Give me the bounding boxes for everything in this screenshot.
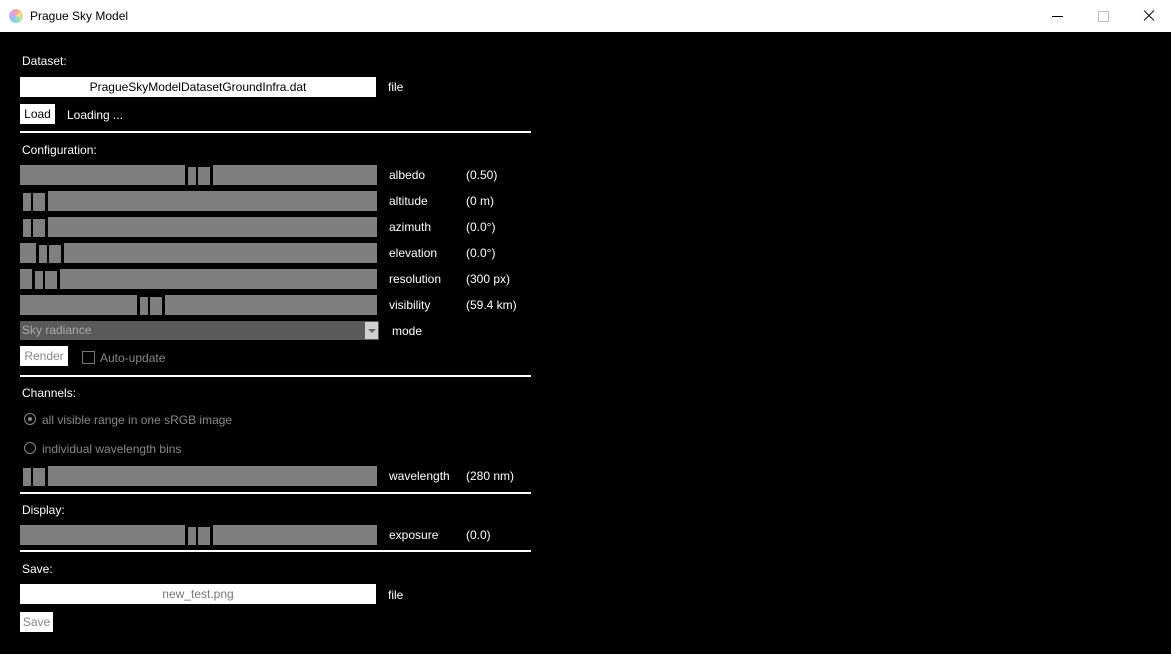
azimuth-value: (0.0°)	[466, 220, 496, 234]
wavelength-slider[interactable]	[20, 466, 377, 486]
slider-thumb[interactable]	[185, 165, 213, 185]
display-heading: Display:	[22, 503, 65, 517]
dataset-heading: Dataset:	[22, 54, 67, 68]
radio-all-visible[interactable]	[24, 413, 36, 425]
slider-thumb[interactable]	[185, 525, 213, 545]
slider-thumb[interactable]	[20, 217, 48, 237]
exposure-slider[interactable]	[20, 525, 377, 545]
app-icon	[9, 9, 23, 23]
save-heading: Save:	[22, 562, 53, 576]
elevation-label: elevation	[389, 246, 438, 260]
save-file-input[interactable]: new_test.png	[20, 584, 376, 604]
radio-all-visible-label: all visible range in one sRGB image	[42, 413, 233, 427]
wavelength-value: (280 nm)	[466, 469, 515, 483]
chevron-down-icon[interactable]	[365, 322, 378, 339]
radio-wavelength-bins-label: individual wavelength bins	[42, 442, 182, 456]
resolution-value: (300 px)	[466, 272, 511, 286]
dataset-file-label: file	[388, 80, 404, 94]
visibility-label: visibility	[389, 298, 431, 312]
radio-wavelength-bins[interactable]	[24, 442, 36, 454]
render-button[interactable]: Render	[20, 346, 68, 366]
altitude-label: altitude	[389, 194, 428, 208]
azimuth-label: azimuth	[389, 220, 432, 234]
channels-heading: Channels:	[22, 386, 77, 400]
resolution-slider[interactable]	[20, 269, 377, 289]
visibility-slider[interactable]	[20, 295, 377, 315]
mode-select[interactable]: Sky radiance	[20, 321, 379, 340]
configuration-heading: Configuration:	[22, 143, 97, 157]
albedo-value: (0.50)	[466, 168, 498, 182]
dataset-file-input[interactable]: PragueSkyModelDatasetGroundInfra.dat	[20, 77, 376, 97]
visibility-value: (59.4 km)	[466, 298, 517, 312]
divider	[20, 492, 531, 494]
mode-label: mode	[392, 324, 423, 338]
albedo-slider[interactable]	[20, 165, 377, 185]
altitude-slider[interactable]	[20, 191, 377, 211]
albedo-label: albedo	[389, 168, 426, 182]
auto-update-label: Auto-update	[100, 351, 166, 365]
maximize-icon[interactable]	[1080, 0, 1126, 32]
slider-thumb[interactable]	[137, 295, 165, 315]
slider-thumb[interactable]	[20, 191, 48, 211]
save-file-label: file	[388, 588, 404, 602]
slider-thumb[interactable]	[32, 269, 60, 289]
exposure-value: (0.0)	[466, 528, 491, 542]
loading-status: Loading ...	[67, 108, 124, 122]
divider	[20, 550, 531, 552]
altitude-value: (0 m)	[466, 194, 494, 208]
auto-update-checkbox[interactable]	[82, 351, 95, 364]
azimuth-slider[interactable]	[20, 217, 377, 237]
slider-thumb[interactable]	[20, 466, 48, 486]
exposure-label: exposure	[389, 528, 439, 542]
title-bar: Prague Sky Model	[0, 0, 1171, 32]
close-icon[interactable]	[1125, 0, 1171, 32]
elevation-slider[interactable]	[20, 243, 377, 263]
resolution-label: resolution	[389, 272, 442, 286]
divider	[20, 375, 531, 377]
window-title: Prague Sky Model	[30, 9, 129, 23]
minimize-icon[interactable]	[1034, 0, 1080, 32]
wavelength-label: wavelength	[389, 469, 450, 483]
save-button[interactable]: Save	[20, 612, 53, 632]
mode-select-value: Sky radiance	[22, 323, 92, 337]
load-button[interactable]: Load	[20, 104, 55, 124]
slider-thumb[interactable]	[36, 243, 64, 263]
divider	[20, 131, 531, 133]
elevation-value: (0.0°)	[466, 246, 496, 260]
